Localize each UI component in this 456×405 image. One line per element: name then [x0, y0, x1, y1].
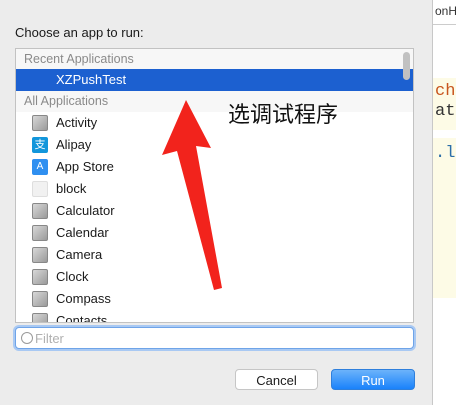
annotation-text: 选调试程序	[228, 103, 339, 128]
annotation-arrow-icon	[162, 100, 222, 290]
